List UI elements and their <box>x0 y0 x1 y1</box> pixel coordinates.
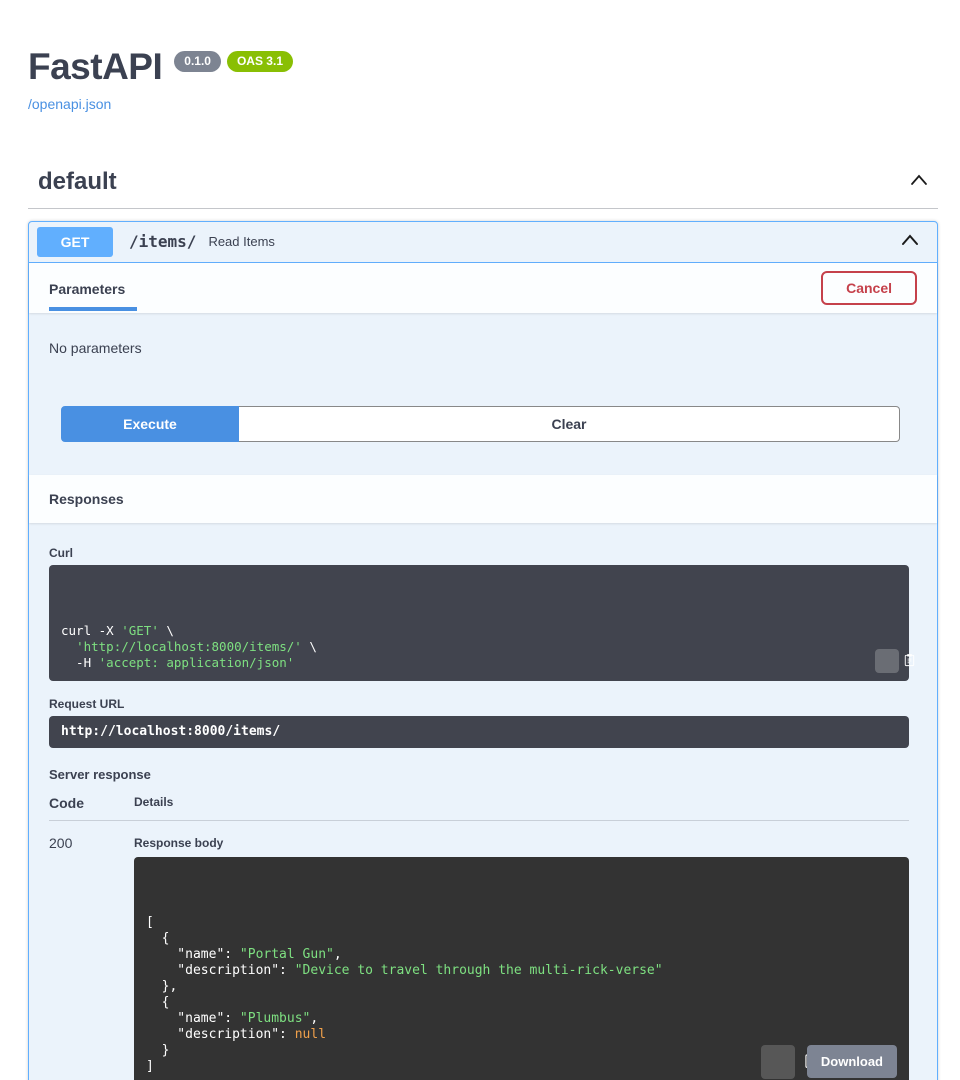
server-response-label: Server response <box>49 767 909 782</box>
request-url-value: http://localhost:8000/items/ <box>49 716 909 748</box>
response-body-actions: Download <box>761 1045 897 1079</box>
opblock-summary[interactable]: GET /items/ Read Items <box>29 222 937 263</box>
live-response-row: 200 Response body [ { "name": "Portal Gu… <box>49 821 909 1080</box>
opblock-collapse-button[interactable] <box>899 232 925 251</box>
copy-curl-button[interactable] <box>875 649 899 673</box>
operation-summary: Read Items <box>208 234 274 249</box>
response-table-header: Code Details <box>49 795 909 821</box>
status-code: 200 <box>49 834 134 1080</box>
execute-button[interactable]: Execute <box>61 406 239 442</box>
page-wrapper: FastAPI 0.1.0 OAS 3.1 /openapi.json defa… <box>0 0 960 1080</box>
api-title: FastAPI <box>28 48 162 87</box>
opblock-get-items: GET /items/ Read Items Parameters Cancel… <box>28 221 938 1080</box>
curl-command-block: curl -X 'GET' \ 'http://localhost:8000/i… <box>49 565 909 681</box>
curl-label: Curl <box>49 546 909 560</box>
version-badge: 0.1.0 <box>174 51 221 72</box>
tag-collapse-button[interactable] <box>908 172 930 191</box>
tag-title: default <box>38 168 117 196</box>
clear-button[interactable]: Clear <box>239 406 900 442</box>
cancel-button[interactable]: Cancel <box>821 271 917 305</box>
parameters-section-header: Parameters Cancel <box>29 263 937 313</box>
no-parameters-text: No parameters <box>29 313 937 356</box>
tag-section-default[interactable]: default <box>28 168 938 209</box>
responses-section-header: Responses <box>29 475 937 523</box>
download-button[interactable]: Download <box>807 1045 897 1078</box>
clipboard-copy-icon <box>857 637 916 685</box>
response-body-block: [ { "name": "Portal Gun", "description":… <box>134 857 909 1080</box>
responses-content: Curl curl -X 'GET' \ 'http://localhost:8… <box>29 523 937 1080</box>
code-column-header: Code <box>49 795 134 811</box>
details-column-header: Details <box>134 795 173 811</box>
request-url-label: Request URL <box>49 697 909 711</box>
execute-button-group: Execute Clear <box>29 356 937 475</box>
oas-badge: OAS 3.1 <box>227 51 293 72</box>
chevron-up-icon <box>908 172 930 191</box>
operation-path: /items/ <box>129 232 196 251</box>
http-method-badge: GET <box>37 227 113 257</box>
copy-response-button[interactable] <box>761 1045 795 1079</box>
response-details-cell: Response body [ { "name": "Portal Gun", … <box>134 834 909 1080</box>
api-info-header: FastAPI 0.1.0 OAS 3.1 <box>28 48 938 87</box>
api-badges: 0.1.0 OAS 3.1 <box>174 51 293 72</box>
tab-parameters[interactable]: Parameters <box>49 273 137 311</box>
response-body-label: Response body <box>134 836 909 850</box>
responses-heading: Responses <box>49 491 917 507</box>
chevron-up-icon <box>899 232 921 251</box>
openapi-spec-link[interactable]: /openapi.json <box>28 96 111 112</box>
